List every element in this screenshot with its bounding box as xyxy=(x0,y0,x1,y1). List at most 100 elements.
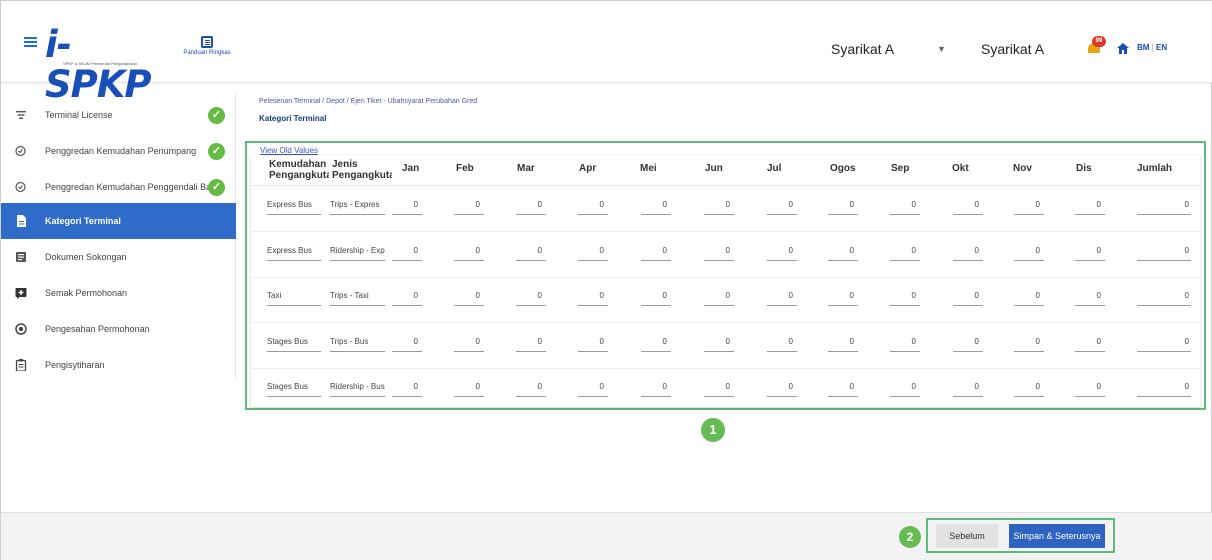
month-input-feb[interactable]: 0 xyxy=(454,382,480,391)
view-old-values-link[interactable]: View Old Values xyxy=(260,146,318,155)
month-input-jan[interactable]: 0 xyxy=(392,337,418,346)
month-input-jun[interactable]: 0 xyxy=(704,291,730,300)
month-input-jan[interactable]: 0 xyxy=(392,246,418,255)
month-input-ogos[interactable]: 0 xyxy=(828,291,854,300)
month-input-mar[interactable]: 0 xyxy=(516,382,542,391)
month-input-okt[interactable]: 0 xyxy=(953,246,979,255)
field-underline xyxy=(267,214,321,215)
month-input-nov[interactable]: 0 xyxy=(1014,246,1040,255)
sidebar-item-semak-permohonan[interactable]: Semak Permohonan xyxy=(1,275,236,311)
month-input-mei[interactable]: 0 xyxy=(641,291,667,300)
field-underline xyxy=(578,305,608,306)
month-input-jul[interactable]: 0 xyxy=(767,291,793,300)
lang-en-link[interactable]: EN xyxy=(1156,43,1167,52)
month-input-mei[interactable]: 0 xyxy=(641,382,667,391)
company-select[interactable]: Syarikat A xyxy=(831,41,894,57)
save-and-next-button[interactable]: Simpan & Seterusnya xyxy=(1009,524,1105,548)
sidebar-item-terminal-license[interactable]: Terminal License ✓ xyxy=(1,97,236,133)
app-logo[interactable]: i-SPKP SPKP & SKUM Pelesenan Pengangkuta… xyxy=(45,25,175,105)
month-input-apr[interactable]: 0 xyxy=(578,246,604,255)
jenis-cell: Trips - Bus xyxy=(330,337,369,346)
month-input-mar[interactable]: 0 xyxy=(516,337,542,346)
month-input-sep[interactable]: 0 xyxy=(890,246,916,255)
month-input-jan[interactable]: 0 xyxy=(392,291,418,300)
month-input-dis[interactable]: 0 xyxy=(1075,382,1101,391)
month-input-jun[interactable]: 0 xyxy=(704,246,730,255)
month-input-sep[interactable]: 0 xyxy=(890,291,916,300)
field-underline xyxy=(392,260,422,261)
month-input-jul[interactable]: 0 xyxy=(767,246,793,255)
month-input-nov[interactable]: 0 xyxy=(1014,291,1040,300)
month-input-ogos[interactable]: 0 xyxy=(828,337,854,346)
month-input-sep[interactable]: 0 xyxy=(890,200,916,209)
month-input-sep[interactable]: 0 xyxy=(890,382,916,391)
month-input-sep[interactable]: 0 xyxy=(890,337,916,346)
month-input-feb[interactable]: 0 xyxy=(454,200,480,209)
field-underline xyxy=(267,396,321,397)
month-input-nov[interactable]: 0 xyxy=(1014,200,1040,209)
month-input-okt[interactable]: 0 xyxy=(953,291,979,300)
month-input-jan[interactable]: 0 xyxy=(392,382,418,391)
month-input-apr[interactable]: 0 xyxy=(578,200,604,209)
home-icon[interactable] xyxy=(1117,43,1129,54)
month-input-jun[interactable]: 0 xyxy=(704,200,730,209)
month-input-dis[interactable]: 0 xyxy=(1075,246,1101,255)
month-input-okt[interactable]: 0 xyxy=(953,200,979,209)
month-input-ogos[interactable]: 0 xyxy=(828,200,854,209)
field-underline xyxy=(641,260,671,261)
month-input-mei[interactable]: 0 xyxy=(641,200,667,209)
month-input-jul[interactable]: 0 xyxy=(767,337,793,346)
field-underline xyxy=(578,351,608,352)
chevron-down-icon[interactable]: ▼ xyxy=(937,44,946,54)
sidebar-item-kategori-terminal[interactable]: Kategori Terminal xyxy=(1,203,236,239)
hamburger-menu-icon[interactable] xyxy=(24,37,37,47)
month-input-okt[interactable]: 0 xyxy=(953,382,979,391)
field-underline xyxy=(330,260,385,261)
notification-bell-icon[interactable]: 99 xyxy=(1086,36,1106,56)
month-input-nov[interactable]: 0 xyxy=(1014,337,1040,346)
month-input-mar[interactable]: 0 xyxy=(516,246,542,255)
month-input-dis[interactable]: 0 xyxy=(1075,291,1101,300)
month-input-apr[interactable]: 0 xyxy=(578,291,604,300)
column-header-nov: Nov xyxy=(1013,163,1032,174)
sidebar-item-penggredan-penumpang[interactable]: Penggredan Kemudahan Penumpang ✓ xyxy=(1,133,236,169)
previous-button[interactable]: Sebelum xyxy=(936,524,998,548)
month-input-dis[interactable]: 0 xyxy=(1075,200,1101,209)
month-input-jun[interactable]: 0 xyxy=(704,382,730,391)
month-input-mar[interactable]: 0 xyxy=(516,291,542,300)
month-input-apr[interactable]: 0 xyxy=(578,382,604,391)
month-input-ogos[interactable]: 0 xyxy=(828,382,854,391)
language-switch: BM | EN xyxy=(1137,43,1167,52)
month-input-dis[interactable]: 0 xyxy=(1075,337,1101,346)
sidebar-item-dokumen-sokongan[interactable]: Dokumen Sokongan xyxy=(1,239,236,275)
sidebar-item-pengesahan-permohonan[interactable]: Pengesahan Permohonan xyxy=(1,311,236,347)
month-input-jan[interactable]: 0 xyxy=(392,200,418,209)
month-input-jul[interactable]: 0 xyxy=(767,382,793,391)
month-input-okt[interactable]: 0 xyxy=(953,337,979,346)
field-underline xyxy=(767,351,797,352)
month-input-nov[interactable]: 0 xyxy=(1014,382,1040,391)
field-underline xyxy=(454,305,484,306)
quick-guide-link[interactable]: Panduan Ringkas xyxy=(181,36,233,56)
check-circle-icon: ✓ xyxy=(208,106,225,124)
sidebar-item-pengisytiharan[interactable]: Pengisytiharan xyxy=(1,347,236,383)
row-divider xyxy=(251,322,1200,323)
sidebar-item-penggredan-penggendali[interactable]: Penggredan Kemudahan Penggendali Bas ✓ xyxy=(1,169,236,205)
month-input-jul[interactable]: 0 xyxy=(767,200,793,209)
month-input-mei[interactable]: 0 xyxy=(641,337,667,346)
field-underline xyxy=(953,351,983,352)
month-input-feb[interactable]: 0 xyxy=(454,291,480,300)
month-input-feb[interactable]: 0 xyxy=(454,246,480,255)
month-input-ogos[interactable]: 0 xyxy=(828,246,854,255)
month-input-apr[interactable]: 0 xyxy=(578,337,604,346)
column-header-jan: Jan xyxy=(402,163,420,174)
month-input-jun[interactable]: 0 xyxy=(704,337,730,346)
month-input-feb[interactable]: 0 xyxy=(454,337,480,346)
month-input-mar[interactable]: 0 xyxy=(516,200,542,209)
month-input-mei[interactable]: 0 xyxy=(641,246,667,255)
jumlah-cell: 0 xyxy=(1184,246,1189,255)
field-underline xyxy=(516,305,546,306)
field-underline xyxy=(330,305,385,306)
column-header-feb: Feb xyxy=(456,163,474,174)
lang-bm-link[interactable]: BM xyxy=(1137,43,1149,52)
